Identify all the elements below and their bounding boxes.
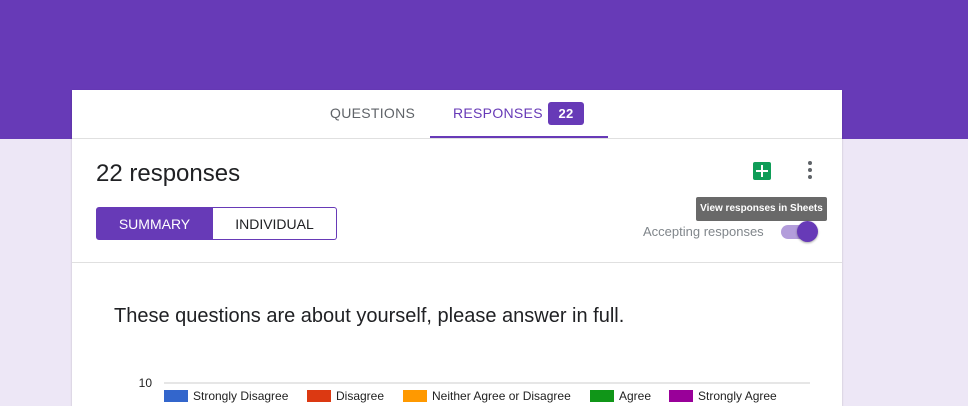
legend-swatch bbox=[590, 390, 614, 402]
accepting-responses-toggle[interactable] bbox=[781, 221, 818, 242]
legend-label: Agree bbox=[619, 389, 651, 403]
sheets-tooltip: View responses in Sheets bbox=[696, 197, 827, 221]
responses-card: QUESTIONS RESPONSES 22 22 responses View… bbox=[72, 90, 842, 406]
legend-label: Strongly Disagree bbox=[193, 389, 289, 403]
question-title: These questions are about yourself, plea… bbox=[114, 305, 625, 327]
response-chart: 10 Strongly Disagree Disagree Neither Agre… bbox=[139, 376, 810, 403]
responses-count-badge: 22 bbox=[548, 102, 584, 125]
tab-responses[interactable]: RESPONSES 22 bbox=[430, 90, 608, 138]
divider bbox=[72, 262, 842, 263]
tab-responses-label: RESPONSES bbox=[453, 105, 543, 121]
legend-swatch bbox=[307, 390, 331, 402]
legend-label: Strongly Agree bbox=[698, 389, 777, 403]
tab-bar: QUESTIONS RESPONSES 22 bbox=[72, 90, 842, 139]
summary-tab-button[interactable]: SUMMARY bbox=[96, 207, 213, 240]
legend-label: Neither Agree or Disagree bbox=[432, 389, 571, 403]
legend-swatch bbox=[403, 390, 427, 402]
sheets-icon[interactable] bbox=[753, 162, 771, 180]
legend-swatch bbox=[669, 390, 693, 402]
tab-questions[interactable]: QUESTIONS bbox=[330, 90, 415, 137]
y-tick-label: 10 bbox=[139, 376, 153, 390]
more-vert-icon[interactable] bbox=[804, 160, 816, 180]
legend-label: Disagree bbox=[336, 389, 384, 403]
toggle-knob bbox=[797, 221, 818, 242]
individual-tab-button[interactable]: INDIVIDUAL bbox=[213, 207, 337, 240]
legend-swatch bbox=[164, 390, 188, 402]
responses-title: 22 responses bbox=[96, 160, 241, 187]
accepting-responses-label: Accepting responses bbox=[643, 224, 764, 239]
chart-legend: Strongly Disagree Disagree Neither Agree o… bbox=[164, 389, 777, 403]
